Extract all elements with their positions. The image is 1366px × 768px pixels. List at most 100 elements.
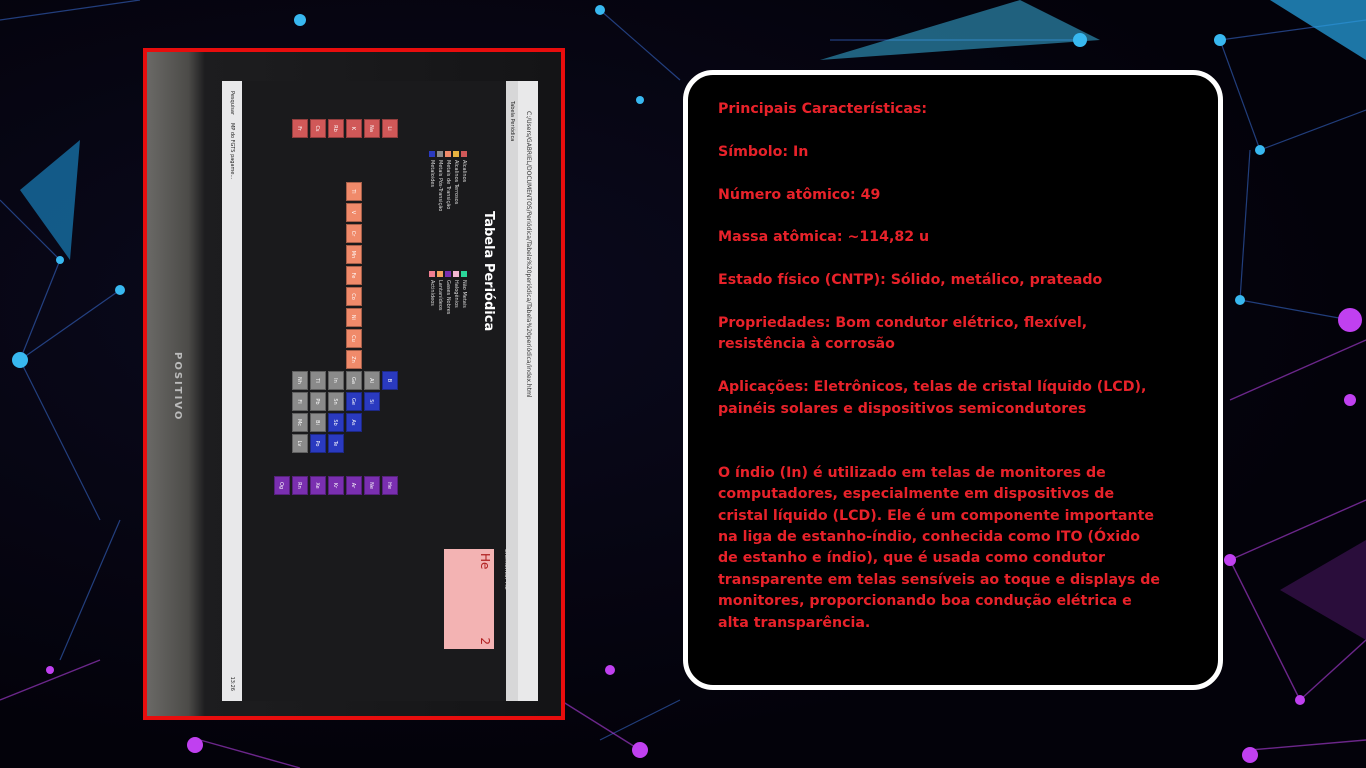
legend-label: Lantanídeos bbox=[437, 280, 443, 311]
element-label: Elemento: He bbox=[503, 549, 510, 590]
element-cell[interactable]: Pb bbox=[310, 392, 326, 411]
legend-swatch bbox=[445, 271, 452, 277]
info-paragraph-line-1: O índio (In) é utilizado em telas de mon… bbox=[718, 464, 1106, 481]
element-cell[interactable]: He bbox=[382, 476, 398, 495]
legend-item: Alcalinos bbox=[460, 151, 468, 261]
legend-label: Alcalinos bbox=[461, 160, 467, 183]
legend-item: Metaloides bbox=[428, 151, 436, 261]
legend-label: Metais Pós-Transição bbox=[437, 160, 443, 212]
element-cell[interactable]: B bbox=[382, 371, 398, 390]
element-cell[interactable]: Al bbox=[364, 371, 380, 390]
element-cell[interactable]: Bi bbox=[310, 413, 326, 432]
info-atomic-mass: Massa atômica: ~114,82 u bbox=[718, 229, 930, 246]
element-cell[interactable]: Te bbox=[328, 434, 344, 453]
slide: POSITIVO C:/Users/GABRIEL/DOCUMENTOS/Per… bbox=[0, 0, 1366, 768]
element-cell[interactable]: Po bbox=[310, 434, 326, 453]
browser-tab[interactable]: Tabela Periódica bbox=[506, 81, 518, 701]
legend-swatch bbox=[453, 151, 460, 157]
element-cell[interactable]: Tl bbox=[310, 371, 326, 390]
element-cell[interactable]: Mn bbox=[346, 245, 362, 264]
element-cell[interactable]: Fe bbox=[346, 266, 362, 285]
element-cell[interactable]: Zn bbox=[346, 350, 362, 369]
element-cell[interactable]: Sn bbox=[328, 392, 344, 411]
element-cell[interactable]: Ti bbox=[346, 182, 362, 201]
element-cell[interactable]: Og bbox=[274, 476, 290, 495]
element-cell[interactable]: Co bbox=[346, 287, 362, 306]
element-cell[interactable]: As bbox=[346, 413, 362, 432]
legend-label: Actinídeos bbox=[429, 280, 435, 306]
element-cell[interactable]: Na bbox=[364, 119, 380, 138]
legend-swatch bbox=[445, 151, 452, 157]
legend-label: Não Metais bbox=[461, 280, 467, 308]
element-cell[interactable]: In bbox=[328, 371, 344, 390]
element-cell[interactable]: Rb bbox=[328, 119, 344, 138]
info-paragraph-line-6: transparente em telas sensíveis ao toque… bbox=[718, 571, 1161, 588]
legend-label: Metaloides bbox=[429, 160, 435, 188]
legend-column-left: Alcalinos Alcalinos Terrosos Metais de Tra… bbox=[428, 151, 468, 261]
info-paragraph-line-5: de estanho e índio), que é usada como co… bbox=[718, 550, 1105, 567]
legend-item: Metais de Transição bbox=[444, 151, 452, 261]
element-card[interactable]: He 2 bbox=[444, 549, 494, 649]
taskbar-news[interactable]: MP do FGTS pagame... bbox=[229, 123, 235, 179]
monitor-screen: C:/Users/GABRIEL/DOCUMENTOS/Periódica/Ta… bbox=[222, 81, 538, 701]
info-applications-line-2: painéis solares e dispositivos semicondu… bbox=[718, 400, 1087, 417]
browser-address-bar[interactable]: C:/Users/GABRIEL/DOCUMENTOS/Periódica/Ta… bbox=[518, 81, 538, 701]
info-panel: Principais Características: Símbolo: In … bbox=[683, 70, 1223, 690]
element-cell[interactable]: Kr bbox=[328, 476, 344, 495]
legend-label: Metais de Transição bbox=[445, 160, 451, 210]
element-cell[interactable]: Cu bbox=[346, 329, 362, 348]
screen-content-rotated: C:/Users/GABRIEL/DOCUMENTOS/Periódica/Ta… bbox=[222, 81, 538, 701]
element-cell[interactable]: Ge bbox=[346, 392, 362, 411]
legend-item: Gases Nobres bbox=[444, 271, 452, 381]
legend-swatch bbox=[437, 271, 444, 277]
element-cell[interactable]: V bbox=[346, 203, 362, 222]
info-applications-line-1: Aplicações: Eletrônicos, telas de crista… bbox=[718, 379, 1147, 396]
legend-swatch bbox=[453, 271, 460, 277]
element-cell[interactable]: Cr bbox=[346, 224, 362, 243]
element-cell[interactable]: Ni bbox=[346, 308, 362, 327]
legend-item: Halogênios bbox=[452, 271, 460, 381]
info-heading: Principais Características: bbox=[718, 101, 928, 117]
legend-swatch bbox=[429, 151, 436, 157]
info-properties-line-2: resistência à corrosão bbox=[718, 336, 895, 353]
element-cell[interactable]: Lv bbox=[292, 434, 308, 453]
legend-label: Gases Nobres bbox=[445, 280, 451, 315]
element-cell[interactable]: Fl bbox=[292, 392, 308, 411]
info-paragraph-line-8: alta transparência. bbox=[718, 614, 871, 631]
legend-item: Actinídeos bbox=[428, 271, 436, 381]
legend-item: Não Metais bbox=[460, 271, 468, 381]
element-cell[interactable]: Xe bbox=[310, 476, 326, 495]
element-cell[interactable]: Cs bbox=[310, 119, 326, 138]
element-card-symbol: He bbox=[478, 553, 492, 570]
monitor-brand-label: POSITIVO bbox=[172, 352, 183, 422]
legend-column-right: Não Metais Halogênios Gases Nobres Lantaníd… bbox=[428, 271, 468, 381]
element-cell[interactable]: Ga bbox=[346, 371, 362, 390]
element-cell[interactable]: Mc bbox=[292, 413, 308, 432]
taskbar-search[interactable]: Pesquisar bbox=[229, 91, 235, 115]
info-state: Estado físico (CNTP): Sólido, metálico, … bbox=[718, 272, 1103, 289]
element-cell[interactable]: Fr bbox=[292, 119, 308, 138]
element-cell[interactable]: Nh bbox=[292, 371, 308, 390]
element-cell[interactable]: Ne bbox=[364, 476, 380, 495]
legend-swatch bbox=[461, 151, 468, 157]
info-paragraph-line-7: monitores, proporcionando boa condução e… bbox=[718, 593, 1132, 610]
legend-item: Alcalinos Terrosos bbox=[452, 151, 460, 261]
element-cell[interactable]: Sb bbox=[328, 413, 344, 432]
legend-swatch bbox=[461, 271, 468, 277]
taskbar: Pesquisar MP do FGTS pagame... 13:26 bbox=[222, 81, 242, 701]
info-symbol: Símbolo: In bbox=[718, 143, 809, 160]
element-cell[interactable]: Rn bbox=[292, 476, 308, 495]
info-paragraph-line-2: computadores, especialmente em dispositi… bbox=[718, 486, 1115, 503]
element-cell[interactable]: Li bbox=[382, 119, 398, 138]
app-title: Tabela Periódica bbox=[481, 211, 496, 332]
legend-label: Alcalinos Terrosos bbox=[453, 160, 459, 205]
legend-item: Lantanídeos bbox=[436, 271, 444, 381]
info-atomic-number: Número atômico: 49 bbox=[718, 186, 881, 203]
legend-swatch bbox=[437, 151, 444, 157]
element-cell[interactable]: Si bbox=[364, 392, 380, 411]
legend-label: Halogênios bbox=[453, 280, 459, 308]
element-cell[interactable]: K bbox=[346, 119, 362, 138]
element-cell[interactable]: Ar bbox=[346, 476, 362, 495]
taskbar-clock: 13:26 bbox=[229, 676, 235, 691]
info-paragraph-line-4: na liga de estanho-índio, conhecida como… bbox=[718, 529, 1141, 545]
